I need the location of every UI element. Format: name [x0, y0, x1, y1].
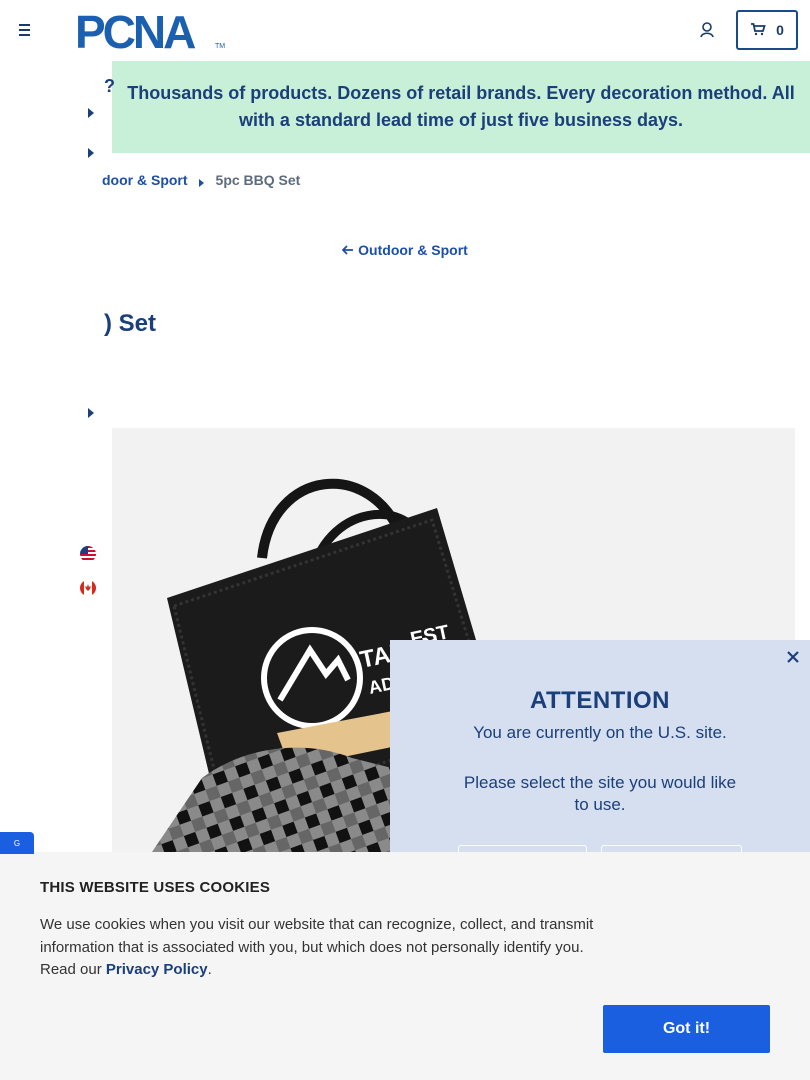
- account-icon[interactable]: [696, 19, 718, 41]
- modal-select-site-text: Please select the site you would like to…: [463, 773, 737, 814]
- cookie-title: THIS WEBSITE USES COOKIES: [40, 879, 271, 896]
- banner-glyph: ?: [104, 76, 115, 96]
- cart-count: 0: [776, 22, 784, 38]
- cookie-text: We use cookies when you visit our websit…: [40, 916, 594, 978]
- caret-right-icon[interactable]: [86, 146, 96, 158]
- cart-button[interactable]: 0: [736, 10, 798, 50]
- svg-text:TM: TM: [215, 43, 225, 50]
- breadcrumb-current: 5pc BBQ Set: [215, 172, 301, 188]
- back-to-category-link[interactable]: Outdoor & Sport: [0, 242, 810, 258]
- caret-right-icon[interactable]: [86, 106, 96, 118]
- sidebar-panel: [0, 60, 112, 852]
- arrow-left-icon: [341, 242, 354, 258]
- close-icon[interactable]: [784, 648, 802, 666]
- pcna-logo[interactable]: PCNA TM: [75, 6, 225, 58]
- product-title: ) Set: [104, 310, 157, 337]
- caret-right-icon: [198, 175, 206, 187]
- breadcrumb-parent-link[interactable]: door & Sport: [102, 172, 188, 188]
- us-flag-icon[interactable]: [80, 546, 96, 562]
- canada-flag-icon[interactable]: [80, 580, 96, 596]
- banner-text: Thousands of products. Dozens of retail …: [127, 83, 795, 130]
- site-header: PCNA TM 0: [0, 0, 810, 60]
- breadcrumb: door & Sport 5pc BBQ Set: [102, 170, 300, 190]
- promo-banner: Thousands of products. Dozens of retail …: [112, 61, 810, 153]
- modal-title: ATTENTION: [529, 687, 671, 714]
- accept-cookies-button[interactable]: Got it!: [603, 1005, 770, 1053]
- back-link-label: Outdoor & Sport: [358, 242, 468, 258]
- caret-right-icon[interactable]: [86, 406, 96, 418]
- site-selection-modal: [390, 640, 810, 852]
- cart-icon: [750, 22, 766, 39]
- privacy-policy-link[interactable]: Privacy Policy: [106, 961, 208, 978]
- modal-current-site-text: You are currently on the U.S. site.: [473, 723, 727, 742]
- hamburger-menu-icon[interactable]: [18, 20, 38, 40]
- logo-text: PCNA: [75, 8, 195, 52]
- side-tab[interactable]: G: [0, 832, 34, 854]
